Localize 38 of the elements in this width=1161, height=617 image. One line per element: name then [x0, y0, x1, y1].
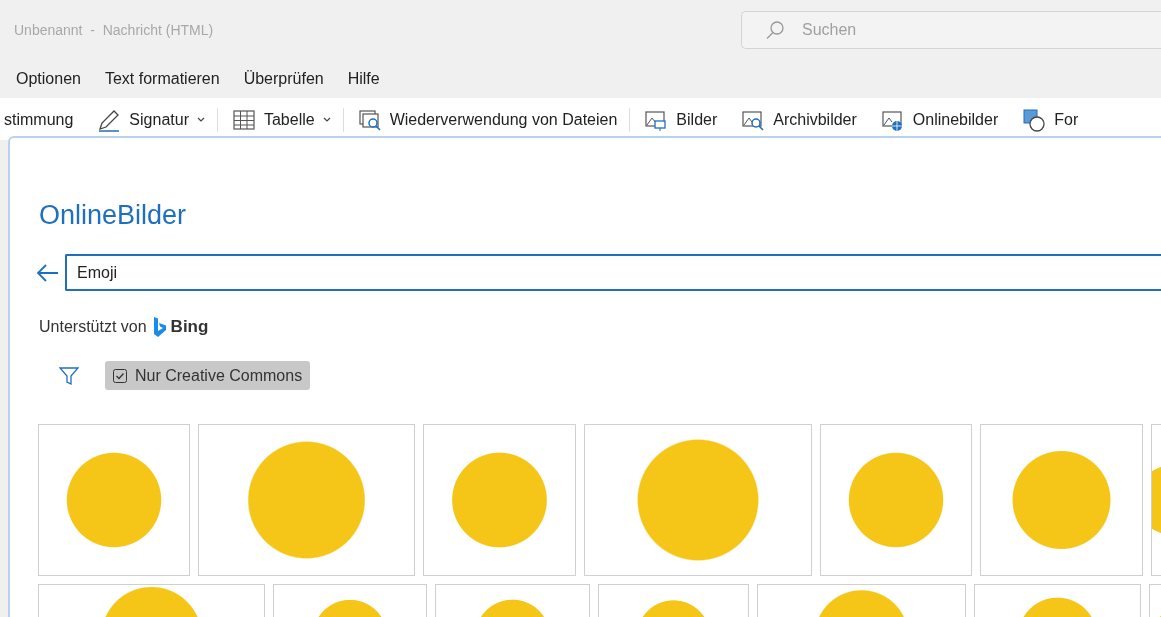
photo-placeholder[interactable]	[38, 424, 190, 576]
ribbon-button[interactable]: Archivbilder	[729, 108, 869, 132]
window-title: Unbenannt - Nachricht (HTML)	[14, 22, 215, 38]
menu-tab[interactable]: Hilfe	[347, 70, 380, 88]
ribbon-button[interactable]: Onlinebilder	[868, 108, 1011, 132]
photo-placeholder[interactable]	[198, 424, 415, 576]
ribbon-button[interactable]: For	[1010, 108, 1091, 132]
powered-by-label: Unterstützt von	[39, 318, 147, 336]
ribbon-button[interactable]: Signatur	[85, 108, 218, 132]
pen-icon	[97, 108, 122, 132]
ribbon-button[interactable]: Tabelle	[219, 108, 344, 132]
menu-tab[interactable]: Optionen	[16, 70, 81, 88]
ribbon-button[interactable]: Bilder	[632, 108, 730, 132]
chevron-down-icon	[196, 117, 205, 123]
dialog-title: OnlineBilder	[39, 199, 187, 232]
brand-name: Bing	[170, 317, 209, 337]
photo-placeholder[interactable]	[980, 424, 1143, 576]
bing-logo-icon	[152, 316, 167, 338]
chevron-down-icon	[322, 117, 331, 123]
photo-placeholder[interactable]	[584, 424, 812, 576]
table-icon	[231, 108, 256, 132]
document-search-icon	[357, 108, 382, 132]
picture-icon	[644, 108, 669, 132]
picture-search-icon	[741, 108, 766, 132]
photo-placeholder[interactable]	[423, 424, 576, 576]
menu-tab[interactable]: Text formatieren	[104, 70, 220, 88]
menu-tab[interactable]: Überprüfen	[243, 70, 324, 88]
creative-commons-checkbox[interactable]: Nur Creative Commons	[105, 361, 311, 390]
ribbon-button[interactable]: Wiederverwendung von Dateien	[345, 108, 631, 132]
ribbon-button[interactable]: stimmung	[0, 111, 86, 129]
checkbox-icon	[113, 368, 127, 383]
filter-icon[interactable]	[59, 365, 79, 386]
shapes-icon	[1022, 108, 1047, 132]
search-field[interactable]: Suchen	[741, 11, 1161, 49]
back-arrow-icon[interactable]	[37, 263, 59, 282]
picture-globe-icon	[880, 108, 905, 132]
search-field[interactable]: Emoji	[65, 254, 1161, 291]
photo-placeholder[interactable]	[820, 424, 972, 576]
